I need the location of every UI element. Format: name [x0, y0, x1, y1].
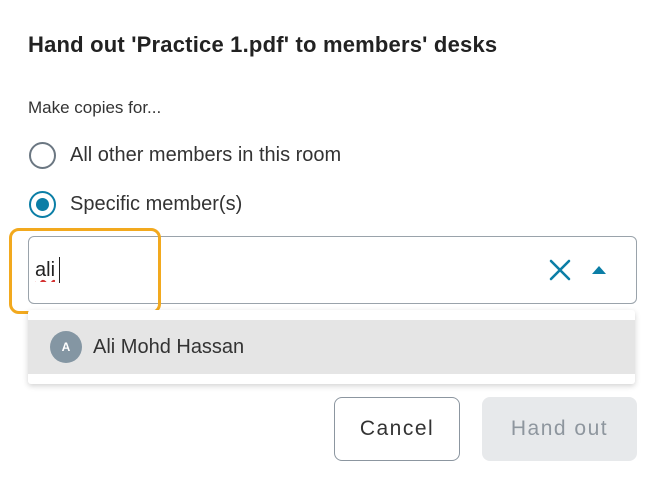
member-search-combobox[interactable]	[28, 236, 637, 304]
cancel-button[interactable]: Cancel	[334, 397, 460, 461]
radio-specific-members[interactable]: Specific member(s)	[29, 190, 242, 218]
suggestion-option[interactable]: A Ali Mohd Hassan	[28, 320, 635, 374]
dialog-title: Hand out 'Practice 1.pdf' to members' de…	[28, 32, 498, 57]
caret-up-icon[interactable]	[588, 260, 610, 280]
copies-prompt: Make copies for...	[28, 98, 162, 117]
hand-out-dialog: Hand out 'Practice 1.pdf' to members' de…	[0, 0, 665, 492]
text-cursor	[59, 257, 60, 283]
hand-out-button[interactable]: Hand out	[482, 397, 637, 461]
radio-button-specific-members[interactable]	[29, 190, 56, 218]
member-search-input[interactable]	[35, 251, 515, 289]
radio-all-members[interactable]: All other members in this room	[29, 141, 341, 169]
avatar: A	[50, 331, 82, 363]
close-icon[interactable]	[547, 257, 573, 283]
radio-label-specific-members: Specific member(s)	[70, 192, 243, 215]
radio-label-all-members: All other members in this room	[70, 143, 342, 166]
suggestion-name: Ali Mohd Hassan	[93, 335, 245, 358]
radio-button-all-members[interactable]	[29, 141, 56, 169]
member-suggestions-dropdown: A Ali Mohd Hassan	[28, 310, 635, 384]
